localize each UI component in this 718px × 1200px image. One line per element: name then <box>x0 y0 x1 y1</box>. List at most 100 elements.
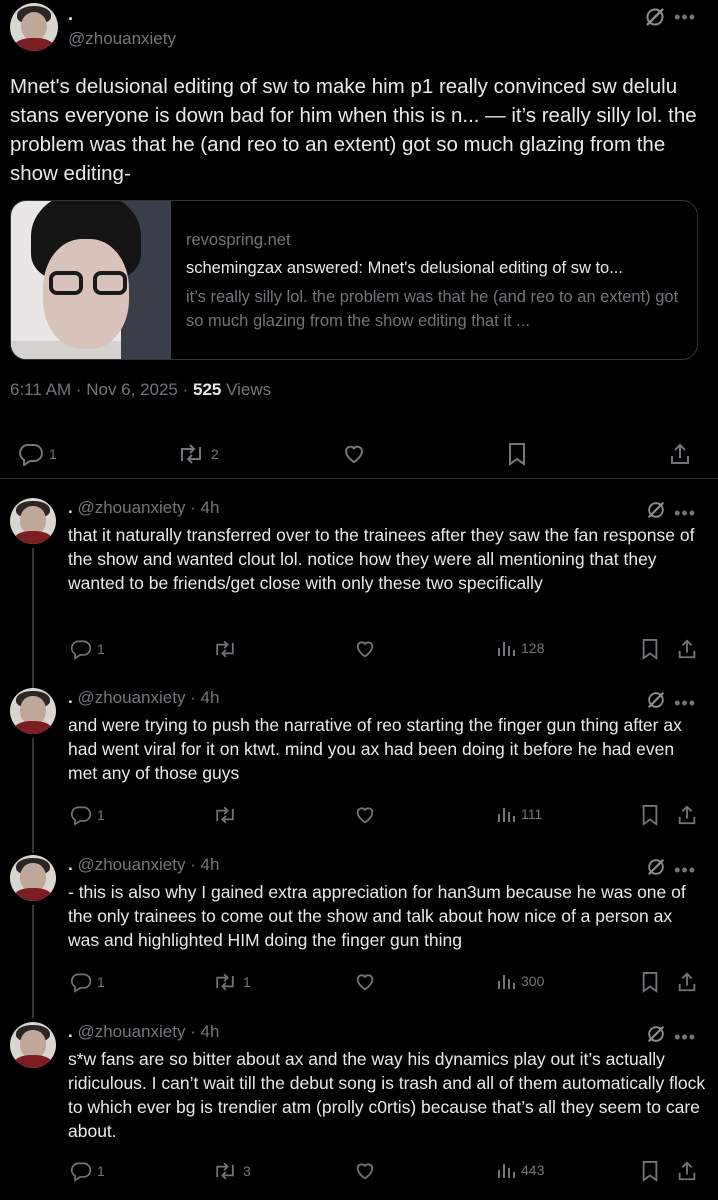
reply-text: s*w fans are so bitter about ax and the … <box>68 1049 706 1141</box>
share-button[interactable] <box>676 638 698 660</box>
repost-icon <box>176 442 206 466</box>
more-icon[interactable]: ••• <box>674 694 696 712</box>
card-title: schemingzax answered: Mnet's delusional … <box>186 259 623 277</box>
avatar[interactable] <box>10 1022 56 1068</box>
like-icon <box>354 971 376 993</box>
analytics-icon <box>496 1160 516 1180</box>
divider <box>0 478 718 479</box>
share-button[interactable] <box>668 442 692 466</box>
like-button[interactable] <box>354 804 376 826</box>
grok-icon[interactable] <box>646 690 666 715</box>
reply-count: 1 <box>97 1163 105 1179</box>
share-icon <box>676 638 698 660</box>
action-bar: 1 111 <box>68 804 708 828</box>
reply-text: - this is also why I gained extra apprec… <box>68 882 686 950</box>
repost-button[interactable]: 2 <box>176 442 219 466</box>
share-button[interactable] <box>676 971 698 993</box>
action-bar: 1 2 <box>0 440 718 468</box>
share-icon <box>676 971 698 993</box>
reply-meta[interactable]: @zhouanxiety · 4h <box>73 688 219 707</box>
timestamp[interactable]: 6:11 AM · Nov 6, 2025 · <box>10 380 193 399</box>
bookmark-icon <box>640 971 660 993</box>
repost-icon <box>212 638 238 660</box>
reply-icon <box>70 638 92 660</box>
like-button[interactable] <box>354 971 376 993</box>
thread-line <box>32 905 34 1018</box>
bookmark-icon <box>640 638 660 660</box>
more-icon[interactable]: ••• <box>674 861 696 879</box>
share-icon <box>676 1160 698 1182</box>
views-count: 443 <box>521 1162 545 1178</box>
avatar[interactable] <box>10 855 56 901</box>
thread-line <box>32 738 34 853</box>
grok-icon[interactable] <box>646 500 666 525</box>
views-button[interactable]: 300 <box>496 971 544 991</box>
like-icon <box>354 804 376 826</box>
grok-icon[interactable] <box>646 1024 666 1049</box>
action-bar: 1 128 <box>68 638 708 662</box>
reply-count: 1 <box>97 974 105 990</box>
reply-icon <box>70 971 92 993</box>
tweet-text: Mnet's delusional editing of sw to make … <box>10 75 697 185</box>
avatar[interactable] <box>10 498 56 544</box>
share-button[interactable] <box>676 1160 698 1182</box>
reply-icon <box>18 442 44 466</box>
avatar[interactable] <box>10 688 56 734</box>
views-count: 300 <box>521 973 545 989</box>
reply-text: that it naturally transferred over to th… <box>68 525 695 593</box>
bookmark-button[interactable] <box>640 638 660 660</box>
like-button[interactable] <box>342 442 366 466</box>
like-icon <box>342 442 366 466</box>
repost-count: 1 <box>243 974 251 990</box>
bookmark-button[interactable] <box>640 1160 660 1182</box>
card-description: it’s really silly lol. the problem was t… <box>186 288 679 330</box>
action-bar: 1 3 443 <box>68 1160 708 1184</box>
bookmark-button[interactable] <box>640 804 660 826</box>
card-domain: revospring.net <box>186 231 291 249</box>
repost-button[interactable] <box>212 638 243 660</box>
reply-meta[interactable]: @zhouanxiety · 4h <box>73 855 219 874</box>
grok-icon[interactable] <box>644 6 666 28</box>
more-icon[interactable]: ••• <box>674 504 696 522</box>
more-icon[interactable]: ••• <box>674 1028 696 1046</box>
reply-meta[interactable]: @zhouanxiety · 4h <box>73 1022 219 1041</box>
repost-button[interactable]: 3 <box>212 1160 251 1182</box>
like-icon <box>354 1160 376 1182</box>
reply-button[interactable]: 1 <box>70 638 105 660</box>
more-icon[interactable]: ••• <box>674 8 696 26</box>
reply-button[interactable]: 1 <box>70 804 105 826</box>
repost-button[interactable]: 1 <box>212 971 251 993</box>
reply-button[interactable]: 1 <box>18 442 57 466</box>
views-button[interactable]: 128 <box>496 638 544 658</box>
repost-count: 3 <box>243 1163 251 1179</box>
reply-button[interactable]: 1 <box>70 1160 105 1182</box>
bookmark-button[interactable] <box>640 971 660 993</box>
analytics-icon <box>496 638 516 658</box>
repost-count: 2 <box>211 446 219 462</box>
repost-button[interactable] <box>212 804 243 826</box>
reply-meta[interactable]: @zhouanxiety · 4h <box>73 498 219 517</box>
repost-icon <box>212 1160 238 1182</box>
bookmark-button[interactable] <box>506 442 528 466</box>
action-bar: 1 1 300 <box>68 971 708 995</box>
share-icon <box>668 442 692 466</box>
reply-icon <box>70 1160 92 1182</box>
display-name[interactable]: . <box>68 4 73 25</box>
views-button[interactable]: 111 <box>496 804 542 824</box>
views-label: Views <box>221 380 272 399</box>
card-thumbnail <box>11 201 171 359</box>
views-count: 525 <box>193 380 222 399</box>
link-card[interactable]: revospring.net schemingzax answered: Mne… <box>10 200 698 360</box>
reply-button[interactable]: 1 <box>70 971 105 993</box>
like-button[interactable] <box>354 1160 376 1182</box>
bookmark-icon <box>640 1160 660 1182</box>
views-count: 111 <box>521 806 543 822</box>
views-button[interactable]: 443 <box>496 1160 544 1180</box>
like-button[interactable] <box>354 638 376 660</box>
handle[interactable]: @zhouanxiety <box>68 29 176 49</box>
avatar[interactable] <box>10 3 58 51</box>
grok-icon[interactable] <box>646 857 666 882</box>
bookmark-icon <box>640 804 660 826</box>
repost-icon <box>212 971 238 993</box>
share-button[interactable] <box>676 804 698 826</box>
